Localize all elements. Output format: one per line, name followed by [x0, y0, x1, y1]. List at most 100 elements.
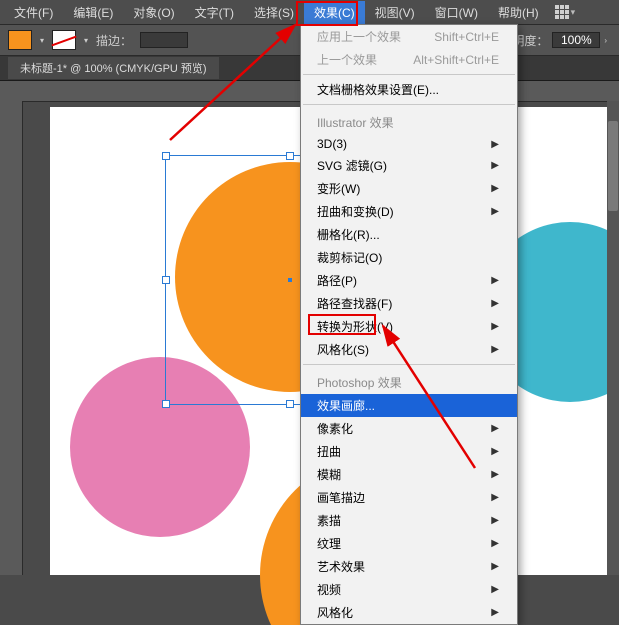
menu-item-label: 扭曲 — [317, 443, 341, 460]
menu-item-label: 3D(3) — [317, 137, 347, 151]
stroke-swatch-none[interactable] — [52, 30, 76, 50]
submenu-arrow-icon: ▶ — [491, 275, 499, 286]
submenu-arrow-icon: ▶ — [491, 139, 499, 150]
menu-item[interactable]: 艺术效果 ▶ — [301, 555, 517, 578]
menu-item-label: 效果画廊... — [317, 397, 375, 414]
menu-text[interactable]: 文字(T) — [185, 1, 244, 24]
menu-item-raster-settings[interactable]: 文档栅格效果设置(E)... — [301, 78, 517, 101]
submenu-arrow-icon: ▶ — [491, 423, 499, 434]
menu-item[interactable]: 效果画廊... — [301, 394, 517, 417]
menu-item-label: 文档栅格效果设置(E)... — [317, 81, 439, 98]
menu-item[interactable]: 画笔描边 ▶ — [301, 486, 517, 509]
menu-bar: 文件(F) 编辑(E) 对象(O) 文字(T) 选择(S) 效果(C) 视图(V… — [0, 0, 619, 25]
workspace-icon[interactable] — [555, 5, 569, 19]
menu-item[interactable]: 变形(W)▶ — [301, 177, 517, 200]
menu-select[interactable]: 选择(S) — [244, 1, 304, 24]
menu-window[interactable]: 窗口(W) — [425, 1, 488, 24]
menu-item[interactable]: 像素化 ▶ — [301, 417, 517, 440]
submenu-arrow-icon: ▶ — [491, 515, 499, 526]
chevron-down-icon[interactable]: ▾ — [84, 36, 88, 45]
stroke-label: 描边： — [96, 32, 132, 49]
menu-item-label: SVG 滤镜(G) — [317, 157, 387, 174]
scrollbar-vertical[interactable] — [607, 101, 619, 575]
menu-item[interactable]: 栅格化(R)... — [301, 223, 517, 246]
menu-item[interactable]: 3D(3) ▶ — [301, 134, 517, 154]
menu-item-last-effect: 上一个效果 Alt+Shift+Ctrl+E — [301, 48, 517, 71]
submenu-arrow-icon: ▶ — [491, 183, 499, 194]
chevron-down-icon[interactable]: ▾ — [40, 36, 44, 45]
menu-item-label: 风格化(S) — [317, 341, 369, 358]
menu-item-label: 画笔描边 — [317, 489, 365, 506]
menu-object[interactable]: 对象(O) — [123, 1, 184, 24]
menu-item-shortcut: Shift+Ctrl+E — [434, 30, 499, 44]
menu-item-apply-last-effect: 应用上一个效果 Shift+Ctrl+E — [301, 25, 517, 48]
menu-item-label: 上一个效果 — [317, 51, 377, 68]
submenu-arrow-icon: ▶ — [491, 492, 499, 503]
menu-item[interactable]: 扭曲和变换(D) ▶ — [301, 200, 517, 223]
menu-item[interactable]: 风格化(S) ▶ — [301, 338, 517, 361]
menu-section-header: Illustrator 效果 — [301, 108, 517, 134]
menu-item-label: 裁剪标记(O) — [317, 249, 382, 266]
menu-item[interactable]: 转换为形状(V) ▶ — [301, 315, 517, 338]
menu-item-label: 转换为形状(V) — [317, 318, 393, 335]
fill-swatch[interactable] — [8, 30, 32, 50]
opacity-field[interactable]: 100% — [552, 32, 600, 48]
selection-handle[interactable] — [286, 152, 294, 160]
menu-file[interactable]: 文件(F) — [4, 1, 63, 24]
submenu-arrow-icon: ▶ — [491, 344, 499, 355]
menu-item-label: 像素化 — [317, 420, 353, 437]
menu-item-label: 艺术效果 — [317, 558, 365, 575]
submenu-arrow-icon: ▶ — [491, 446, 499, 457]
menu-item-label: 扭曲和变换(D) — [317, 203, 394, 220]
stroke-width-field[interactable] — [140, 32, 188, 48]
menu-separator — [303, 364, 515, 365]
effect-menu-dropdown: 应用上一个效果 Shift+Ctrl+E 上一个效果 Alt+Shift+Ctr… — [300, 24, 518, 625]
chevron-right-icon[interactable]: › — [604, 36, 607, 45]
submenu-arrow-icon: ▶ — [491, 561, 499, 572]
menu-item-label: 纹理 — [317, 535, 341, 552]
menu-effect[interactable]: 效果(C) — [304, 1, 365, 24]
menu-item-label: 路径(P) — [317, 272, 357, 289]
menu-item-label: 栅格化(R)... — [317, 226, 380, 243]
menu-separator — [303, 74, 515, 75]
submenu-arrow-icon: ▶ — [491, 321, 499, 332]
submenu-arrow-icon: ▶ — [491, 584, 499, 595]
submenu-arrow-icon: ▶ — [491, 538, 499, 549]
selection-handle[interactable] — [162, 400, 170, 408]
ruler-vertical — [0, 81, 23, 575]
menu-item[interactable]: SVG 滤镜(G) ▶ — [301, 154, 517, 177]
menu-item[interactable]: 风格化 ▶ — [301, 601, 517, 624]
menu-item-label: 应用上一个效果 — [317, 28, 401, 45]
menu-help[interactable]: 帮助(H) — [488, 1, 549, 24]
menu-item[interactable]: 模糊 ▶ — [301, 463, 517, 486]
menu-item[interactable]: 路径(P) ▶ — [301, 269, 517, 292]
submenu-arrow-icon: ▶ — [491, 607, 499, 618]
menu-item[interactable]: 视频 ▶ — [301, 578, 517, 601]
submenu-arrow-icon: ▶ — [491, 206, 499, 217]
menu-view[interactable]: 视图(V) — [365, 1, 425, 24]
menu-item[interactable]: 路径查找器(F) ▶ — [301, 292, 517, 315]
menu-item[interactable]: 扭曲 ▶ — [301, 440, 517, 463]
menu-item-label: 风格化 — [317, 604, 353, 621]
submenu-arrow-icon: ▶ — [491, 160, 499, 171]
submenu-arrow-icon: ▶ — [491, 298, 499, 309]
menu-edit[interactable]: 编辑(E) — [63, 1, 123, 24]
scrollbar-thumb[interactable] — [608, 121, 618, 211]
menu-item-label: 素描 — [317, 512, 341, 529]
menu-item-label: 路径查找器(F) — [317, 295, 392, 312]
menu-item-label: 视频 — [317, 581, 341, 598]
menu-section-header: Photoshop 效果 — [301, 368, 517, 394]
menu-item[interactable]: 裁剪标记(O) — [301, 246, 517, 269]
menu-item-label: 模糊 — [317, 466, 341, 483]
chevron-down-icon: ▾ — [571, 7, 576, 18]
menu-separator — [303, 104, 515, 105]
selection-center — [288, 278, 292, 282]
menu-item[interactable]: 素描 ▶ — [301, 509, 517, 532]
selection-handle[interactable] — [162, 152, 170, 160]
selection-handle[interactable] — [286, 400, 294, 408]
selection-handle[interactable] — [162, 276, 170, 284]
menu-item-shortcut: Alt+Shift+Ctrl+E — [413, 53, 499, 67]
menu-item[interactable]: 纹理 ▶ — [301, 532, 517, 555]
document-tab[interactable]: 未标题-1* @ 100% (CMYK/GPU 预览) — [8, 57, 219, 79]
submenu-arrow-icon: ▶ — [491, 469, 499, 480]
